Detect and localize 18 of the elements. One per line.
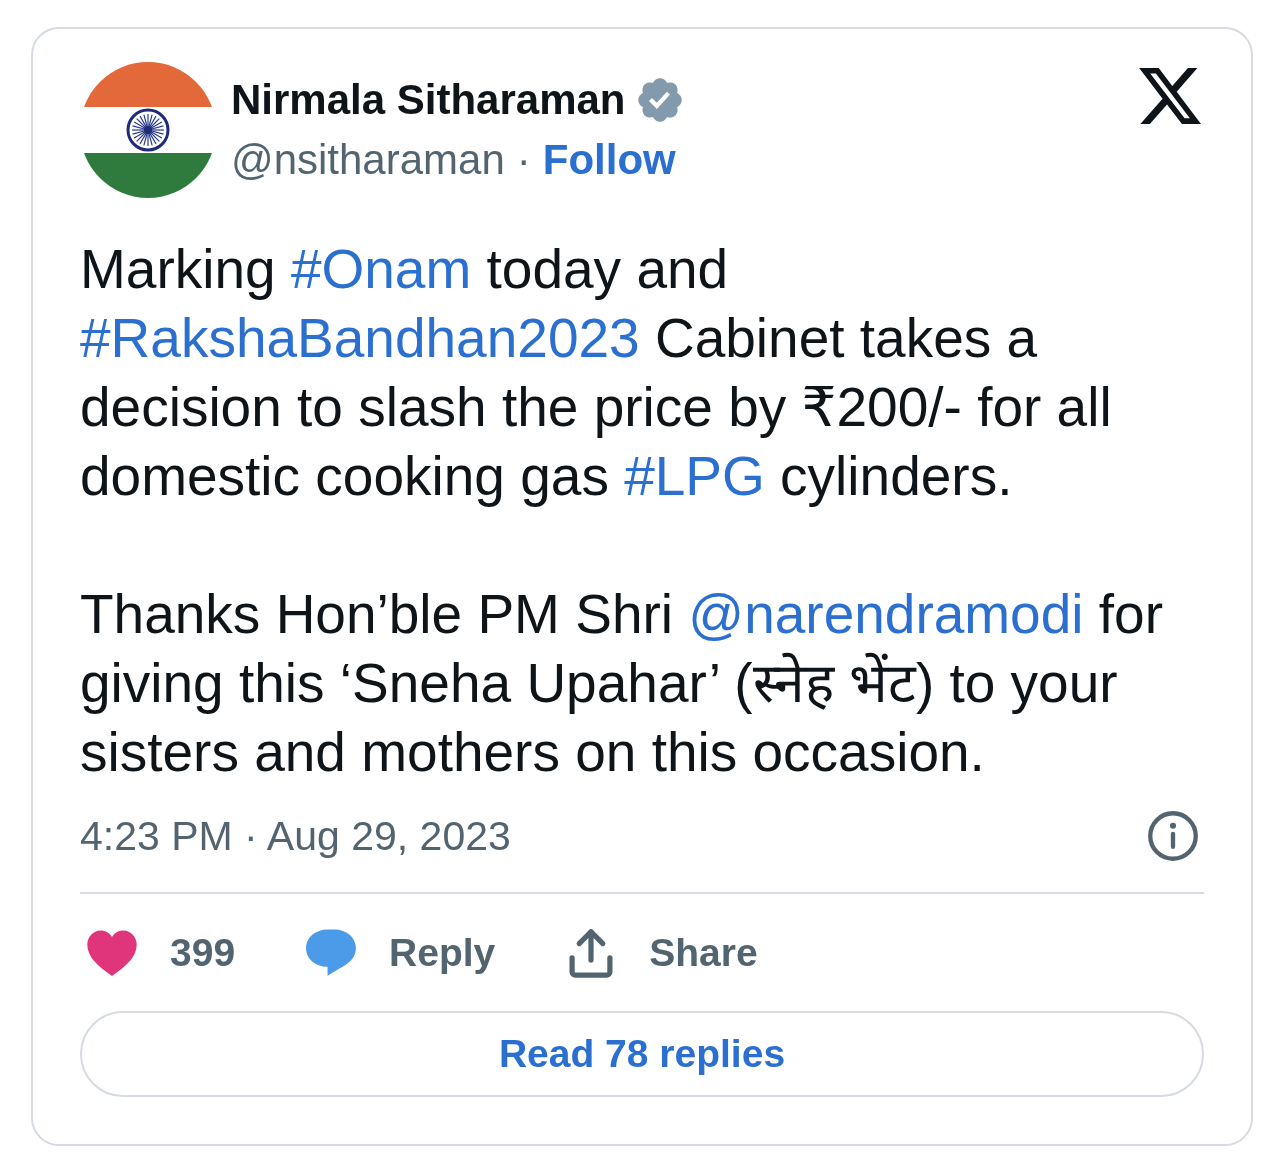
like-button[interactable]: 399 <box>86 927 236 979</box>
x-logo-icon[interactable] <box>1139 65 1201 127</box>
mention-link[interactable]: @narendramodi <box>688 583 1084 645</box>
info-icon[interactable] <box>1147 810 1199 862</box>
hashtag-link[interactable]: #Onam <box>290 238 472 300</box>
heart-icon <box>86 927 138 979</box>
author-handle: @nsitharaman <box>231 135 505 185</box>
reply-button[interactable]: Reply <box>305 927 496 979</box>
tweet-text: Marking #Onam today and #RakshaBandhan2023 Cabinet takes a decision to slash the price by ₹200/- for all domestic cooking gas #LPG cylinders. <box>80 237 1113 509</box>
read-replies-button[interactable]: Read 78 replies <box>80 1011 1204 1097</box>
hashtag-link[interactable]: #LPG <box>624 445 765 507</box>
share-button[interactable]: Share <box>565 927 758 979</box>
tweet-timestamp[interactable]: 4:23 PM · Aug 29, 2023 <box>80 811 511 861</box>
separator: · <box>516 135 531 185</box>
author-name[interactable]: Nirmala Sitharaman <box>231 72 626 128</box>
tweet-text: Thanks Hon’ble PM Shri @narendramodi for giving this ‘Sneha Upahar’ (स्नेह भेंट) to your sisters and mothers on this occasion. <box>80 582 1164 785</box>
hashtag-link[interactable]: #RakshaBandhan2023 <box>80 307 640 369</box>
follow-link[interactable]: Follow <box>542 132 676 188</box>
